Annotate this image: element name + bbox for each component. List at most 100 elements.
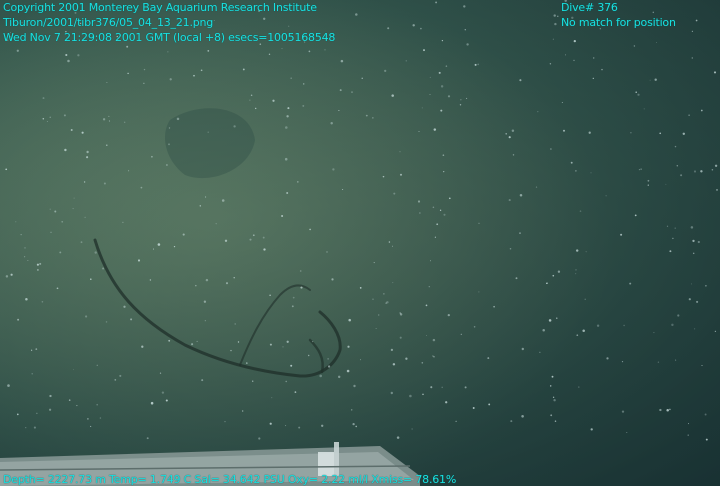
snow-particle xyxy=(509,247,512,250)
snow-particle xyxy=(621,410,625,413)
snow-particle xyxy=(224,239,228,242)
snow-particle xyxy=(203,300,207,303)
snow-particle xyxy=(620,233,623,236)
snow-particle xyxy=(419,212,421,214)
snow-particle xyxy=(195,284,197,287)
snow-particle xyxy=(432,206,435,209)
snow-particle xyxy=(286,192,289,194)
snow-particle xyxy=(653,332,655,334)
snow-particle xyxy=(447,95,451,98)
snow-particle xyxy=(282,346,284,348)
snow-particle xyxy=(561,102,563,104)
snow-particle xyxy=(429,76,431,78)
snow-particle xyxy=(308,354,310,357)
snow-particle xyxy=(17,318,20,321)
snow-particle xyxy=(590,172,592,174)
snow-particle xyxy=(576,334,579,337)
snow-particle xyxy=(281,214,284,218)
snow-particle xyxy=(262,236,265,239)
snow-particle xyxy=(152,248,155,250)
snow-particle xyxy=(647,184,649,186)
snow-particle xyxy=(5,168,8,171)
snow-particle xyxy=(550,414,553,417)
snow-particle xyxy=(621,361,624,363)
snow-particle xyxy=(347,345,350,348)
snow-particle xyxy=(439,209,442,211)
snow-particle xyxy=(5,275,9,278)
snow-particle xyxy=(151,155,153,158)
snow-particle xyxy=(714,330,717,333)
snow-particle xyxy=(308,50,311,53)
snow-particle xyxy=(85,315,88,318)
snow-particle xyxy=(46,120,48,122)
snow-particle xyxy=(54,210,57,213)
snow-particle xyxy=(233,277,235,279)
overlay-top-left: Copyright 2001 Monterey Bay Aquarium Res… xyxy=(3,0,335,45)
snow-particle xyxy=(351,91,353,93)
snow-particle xyxy=(290,364,293,367)
snow-particle xyxy=(327,358,329,360)
snow-particle xyxy=(124,121,126,123)
snow-particle xyxy=(167,51,169,53)
snow-particle xyxy=(300,286,303,289)
snow-particle xyxy=(659,132,662,135)
snow-particle xyxy=(691,57,694,59)
snow-particle xyxy=(234,323,236,325)
snow-particle xyxy=(605,195,607,197)
snow-particle xyxy=(656,42,658,44)
snow-particle xyxy=(692,252,695,255)
snow-particle xyxy=(553,14,556,17)
snow-particle xyxy=(321,424,324,427)
snow-particle xyxy=(426,335,427,336)
snow-particle xyxy=(146,437,149,440)
snow-particle xyxy=(165,164,168,166)
snow-particle xyxy=(246,362,248,364)
snow-particle xyxy=(420,27,422,30)
snow-particle xyxy=(433,356,435,358)
snow-particle xyxy=(352,422,355,426)
snow-particle xyxy=(552,396,555,398)
snow-particle xyxy=(25,427,27,429)
snow-particle xyxy=(242,68,245,71)
snow-particle xyxy=(399,336,402,339)
snow-particle xyxy=(86,156,89,159)
snow-particle xyxy=(271,397,273,399)
snow-particle xyxy=(114,379,117,381)
snow-particle xyxy=(579,210,582,212)
snow-particle xyxy=(665,183,667,185)
snow-particle xyxy=(25,298,28,301)
position-status-text: No match for position xyxy=(561,16,676,29)
snow-particle xyxy=(590,428,593,431)
snow-particle xyxy=(378,314,380,316)
snow-particle xyxy=(72,208,74,210)
snow-particle xyxy=(108,120,110,122)
snow-particle xyxy=(269,343,272,346)
snow-particle xyxy=(49,116,51,119)
snow-particle xyxy=(36,268,39,271)
snow-particle xyxy=(637,93,640,96)
snow-particle xyxy=(393,192,396,195)
snow-particle xyxy=(390,391,393,395)
snow-particle xyxy=(512,154,515,156)
snow-particle xyxy=(42,97,45,100)
snow-particle xyxy=(269,294,271,297)
snow-particle xyxy=(640,168,642,170)
snow-particle xyxy=(193,74,195,77)
snow-particle xyxy=(15,221,17,223)
snow-particle xyxy=(108,115,110,117)
snow-particle xyxy=(169,78,172,81)
snow-particle xyxy=(552,38,555,40)
snow-particle xyxy=(249,238,252,241)
snow-particle xyxy=(331,278,334,281)
snow-particle xyxy=(252,234,255,237)
snow-particle xyxy=(199,205,202,207)
snow-particle xyxy=(64,148,67,152)
dive-number-text: Dive# 376 xyxy=(561,1,618,14)
snow-particle xyxy=(436,223,439,226)
snow-particle xyxy=(466,43,469,46)
snow-particle xyxy=(701,364,703,367)
snow-particle xyxy=(562,129,566,132)
snow-particle xyxy=(669,250,672,253)
snow-particle xyxy=(68,399,71,401)
snow-particle xyxy=(391,94,394,97)
